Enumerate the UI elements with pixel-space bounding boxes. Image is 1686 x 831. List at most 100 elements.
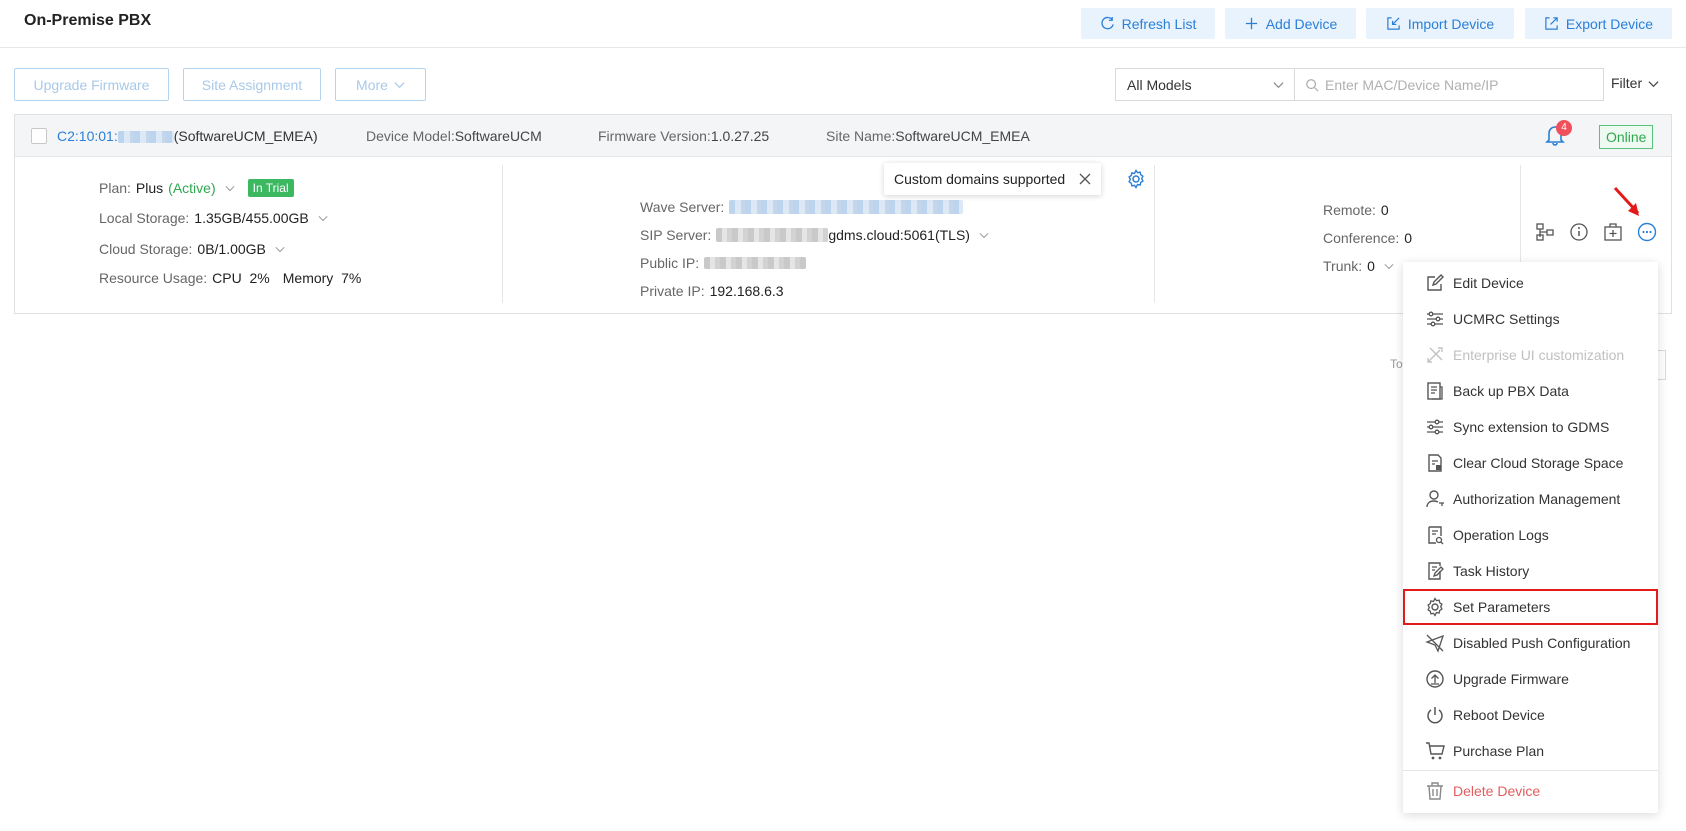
device-name: (SoftwareUCM_EMEA) xyxy=(173,128,318,144)
menu-item-label: Disabled Push Configuration xyxy=(1453,635,1631,651)
cloud-storage-label: Cloud Storage: xyxy=(99,241,193,257)
trunk-field: Trunk: 0 xyxy=(1323,258,1394,274)
menu-item-purchase-plan[interactable]: Purchase Plan xyxy=(1403,733,1658,769)
add-device-button[interactable]: Add Device xyxy=(1225,8,1356,39)
wave-server-label: Wave Server: xyxy=(640,199,725,215)
local-storage-value: 1.35GB/455.00GB xyxy=(194,210,309,226)
device-checkbox[interactable] xyxy=(31,128,47,144)
top-bar: On-Premise PBX Refresh List Add Device I… xyxy=(0,0,1686,48)
plan-state: (Active) xyxy=(168,180,216,196)
plan-value: Plus xyxy=(135,180,164,196)
power-icon xyxy=(1427,707,1443,724)
menu-item-disabled-push[interactable]: Disabled Push Configuration xyxy=(1403,625,1658,661)
device-mac[interactable]: C2:10:01: (SoftwareUCM_EMEA) xyxy=(57,128,318,144)
gear-icon[interactable] xyxy=(1126,169,1146,189)
chevron-down-icon xyxy=(394,82,405,89)
more-dropdown-button[interactable]: More xyxy=(335,68,426,101)
gear-icon xyxy=(1427,597,1443,617)
plus-icon xyxy=(1245,17,1257,30)
public-ip-label: Public IP: xyxy=(640,255,700,271)
menu-item-enterprise-ui[interactable]: Enterprise UI customization xyxy=(1403,337,1658,373)
import-icon xyxy=(1387,17,1400,30)
conference-field: Conference: 0 xyxy=(1323,230,1412,246)
chevron-down-icon[interactable] xyxy=(275,244,285,254)
info-icon[interactable] xyxy=(1569,222,1589,242)
sync-sliders-icon xyxy=(1427,419,1443,435)
column-divider xyxy=(502,165,503,303)
sip-server-value: gdms.cloud:5061(TLS) xyxy=(828,227,970,243)
menu-item-label: Sync extension to GDMS xyxy=(1453,419,1610,435)
search-placeholder: Enter MAC/Device Name/IP xyxy=(1325,76,1499,93)
import-device-label: Import Device xyxy=(1407,15,1495,32)
menu-item-label: Authorization Management xyxy=(1453,491,1621,507)
remote-label: Remote: xyxy=(1323,202,1376,218)
red-arrow-annotation xyxy=(1613,186,1640,216)
sip-server-field: SIP Server: gdms.cloud:5061(TLS) xyxy=(640,227,989,243)
device-model-label: Device Model: xyxy=(366,128,455,144)
resource-usage-field: Resource Usage: CPU 2% Memory 7% xyxy=(99,270,361,286)
clear-storage-icon xyxy=(1428,454,1442,472)
backup-icon xyxy=(1427,382,1443,400)
device-mac-link[interactable]: C2:10:01: xyxy=(57,128,118,144)
menu-item-backup-pbx[interactable]: Back up PBX Data xyxy=(1403,373,1658,409)
menu-item-ucmrc-settings[interactable]: UCMRC Settings xyxy=(1403,301,1658,337)
more-options-icon[interactable] xyxy=(1637,222,1657,242)
refresh-list-label: Refresh List xyxy=(1121,15,1197,32)
redacted-wave-server xyxy=(729,200,964,214)
model-select[interactable]: All Models xyxy=(1115,68,1295,101)
export-device-button[interactable]: Export Device xyxy=(1525,8,1672,39)
page-title: On-Premise PBX xyxy=(24,12,152,29)
topology-icon[interactable] xyxy=(1535,222,1555,242)
firmware-version-field: Firmware Version:1.0.27.25 xyxy=(598,128,769,144)
task-icon xyxy=(1428,562,1444,580)
cloud-storage-value: 0B/1.00GB xyxy=(197,241,266,257)
remote-field: Remote: 0 xyxy=(1323,202,1389,218)
menu-item-label: Enterprise UI customization xyxy=(1453,347,1625,363)
trunk-value: 0 xyxy=(1367,258,1375,274)
memory-usage: Memory 7% xyxy=(282,270,362,286)
menu-item-label: Back up PBX Data xyxy=(1453,383,1569,399)
chevron-down-icon[interactable] xyxy=(225,183,235,193)
menu-item-sync-extension[interactable]: Sync extension to GDMS xyxy=(1403,409,1658,445)
chevron-down-icon xyxy=(1273,82,1284,89)
public-ip-field: Public IP: xyxy=(640,255,807,271)
site-name-value: SoftwareUCM_EMEA xyxy=(895,128,1030,144)
cloud-storage-field: Cloud Storage: 0B/1.00GB xyxy=(99,241,285,257)
close-icon[interactable] xyxy=(1079,173,1091,185)
import-device-button[interactable]: Import Device xyxy=(1366,8,1514,39)
local-storage-label: Local Storage: xyxy=(99,210,190,226)
add-package-icon[interactable] xyxy=(1603,222,1623,242)
device-model-value: SoftwareUCM xyxy=(454,128,542,144)
filter-toggle[interactable]: Filter xyxy=(1611,75,1659,91)
chevron-down-icon[interactable] xyxy=(1384,261,1394,271)
sip-server-label: SIP Server: xyxy=(640,227,712,243)
chevron-down-icon[interactable] xyxy=(318,213,328,223)
search-input[interactable]: Enter MAC/Device Name/IP xyxy=(1294,68,1604,101)
menu-item-set-parameters[interactable]: Set Parameters xyxy=(1403,589,1658,625)
upgrade-firmware-button[interactable]: Upgrade Firmware xyxy=(14,68,169,101)
chevron-down-icon xyxy=(1648,80,1659,87)
edit-icon xyxy=(1427,274,1444,291)
trial-badge: In Trial xyxy=(247,179,294,197)
menu-item-operation-logs[interactable]: Operation Logs xyxy=(1403,517,1658,553)
menu-item-task-history[interactable]: Task History xyxy=(1403,553,1658,589)
more-label: More xyxy=(356,76,388,93)
menu-item-edit-device[interactable]: Edit Device xyxy=(1403,265,1658,301)
menu-item-label: Purchase Plan xyxy=(1453,743,1545,759)
menu-item-upgrade-firmware[interactable]: Upgrade Firmware xyxy=(1403,661,1658,697)
device-card-header: C2:10:01: (SoftwareUCM_EMEA) Device Model… xyxy=(15,115,1671,157)
site-assignment-button[interactable]: Site Assignment xyxy=(183,68,321,101)
local-storage-field: Local Storage: 1.35GB/455.00GB xyxy=(99,210,328,226)
menu-item-clear-cloud-storage[interactable]: Clear Cloud Storage Space xyxy=(1403,445,1658,481)
menu-item-authorization[interactable]: Authorization Management xyxy=(1403,481,1658,517)
menu-item-delete-device[interactable]: Delete Device xyxy=(1403,773,1658,809)
refresh-list-button[interactable]: Refresh List xyxy=(1081,8,1215,39)
menu-item-label: Upgrade Firmware xyxy=(1453,671,1569,687)
menu-item-reboot-device[interactable]: Reboot Device xyxy=(1403,697,1658,733)
firmware-value: 1.0.27.25 xyxy=(710,128,770,144)
menu-item-label: Operation Logs xyxy=(1453,527,1549,543)
wave-server-field: Wave Server: xyxy=(640,199,964,215)
refresh-icon xyxy=(1101,16,1114,30)
menu-item-label: Edit Device xyxy=(1453,275,1524,291)
chevron-down-icon[interactable] xyxy=(979,230,989,240)
